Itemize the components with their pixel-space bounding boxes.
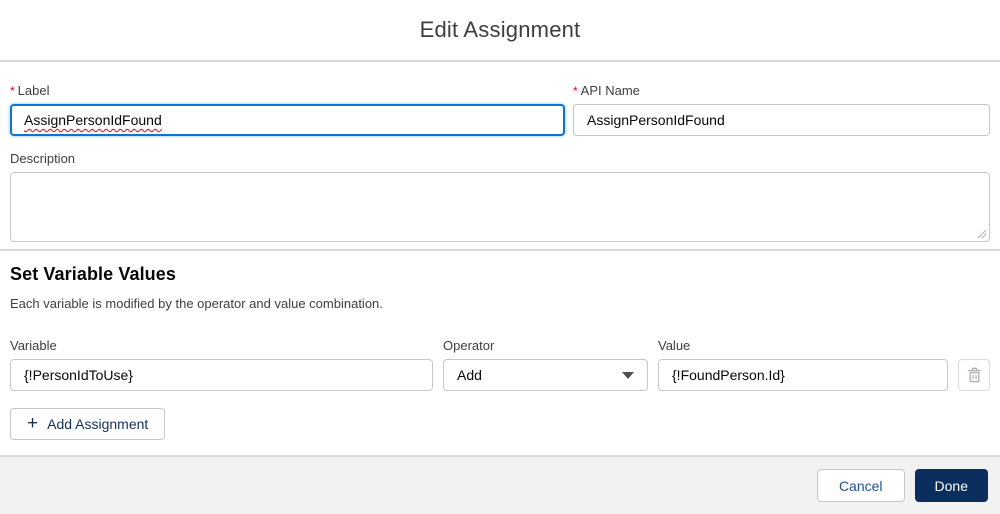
add-assignment-button[interactable]: + Add Assignment [10,408,166,440]
required-asterisk: * [10,84,15,98]
variable-field-label: Variable [10,338,57,353]
chevron-down-icon [622,371,634,379]
api-name-field-label: * API Name [573,83,990,99]
cancel-button[interactable]: Cancel [816,469,905,502]
required-asterisk: * [573,84,578,98]
done-button[interactable]: Done [914,469,988,502]
edit-assignment-dialog: Edit Assignment * Label AssignPersonIdFou… [0,0,1000,514]
operator-field-group: Operator Add [443,338,648,391]
dialog-body: *Label AssignPersonIdFound *API Name Des… [0,62,1000,455]
value-input[interactable] [658,359,948,391]
section-heading: Set Variable Values [10,264,177,284]
dialog-title: Edit Assignment [419,17,581,42]
assignment-row: Variable Operator Add Value [10,338,990,391]
section-subtitle: Each variable is modified by the operato… [10,296,383,311]
delete-assignment-button[interactable] [958,359,990,391]
dialog-footer: Cancel Done [0,455,1000,514]
delete-assignment-group [958,359,990,391]
dialog-header: Edit Assignment [0,0,1000,62]
variable-field-group: Variable [10,338,433,391]
api-name-field-label-text: API Name [580,83,640,98]
description-textarea[interactable] [10,172,990,242]
api-name-input[interactable] [573,104,990,136]
operator-select[interactable]: Add [443,359,648,391]
label-api-row: * Label AssignPersonIdFound * API Name [10,83,990,136]
value-field-label: Value [658,338,691,353]
description-field-label: Description [10,151,76,166]
section-divider [0,249,1000,251]
value-field-group: Value [658,338,948,391]
label-input-value: AssignPersonIdFound [24,112,162,128]
api-name-field-group: * API Name [573,83,990,136]
description-field-group: Description [10,151,990,242]
add-assignment-label: Add Assignment [47,416,149,432]
operator-selected-value: Add [457,367,482,383]
label-field-group: * Label AssignPersonIdFound [10,83,565,136]
trash-icon [967,367,981,383]
operator-field-label: Operator [443,338,495,353]
label-field-label: * Label [10,83,565,99]
label-field-label-text: Label [17,83,50,98]
plus-icon: + [27,412,39,434]
label-input[interactable]: AssignPersonIdFound [10,104,565,136]
variable-input[interactable] [10,359,433,391]
